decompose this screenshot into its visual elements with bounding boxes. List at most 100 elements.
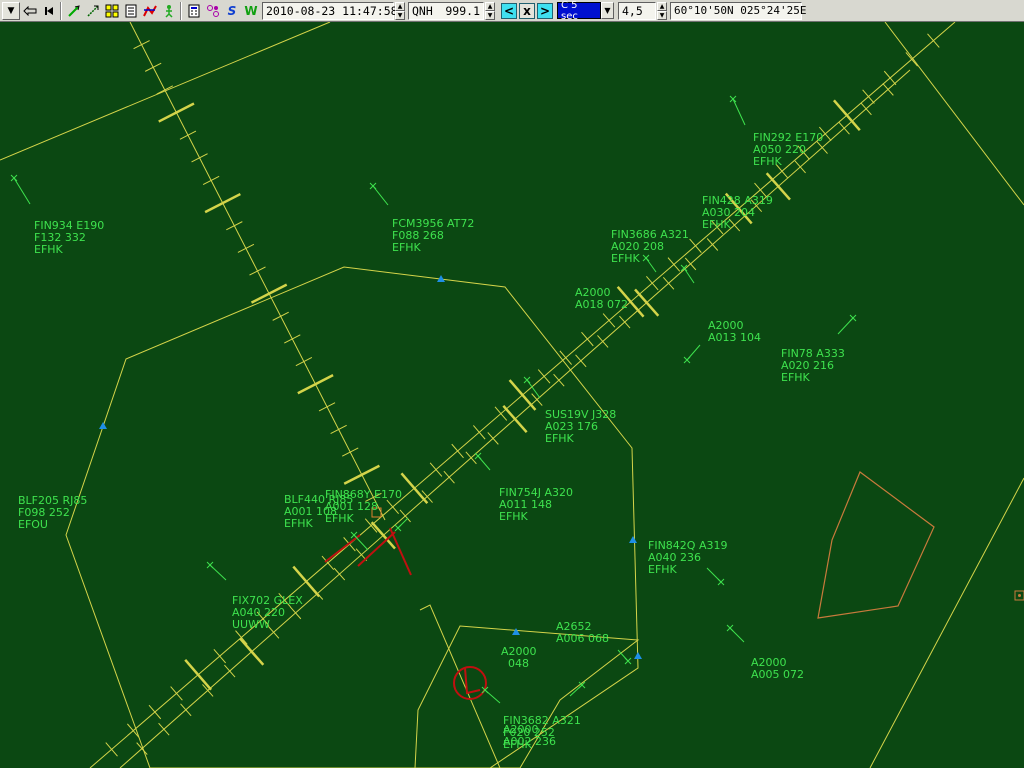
track-label-fcm3956[interactable]: FCM3956 AT72 F088 268 EFHK (392, 218, 474, 254)
centerline-tick (645, 275, 659, 291)
aircraft-symbol[interactable] (624, 657, 632, 665)
figure-icon[interactable] (160, 2, 178, 20)
marker-tick (502, 404, 528, 434)
update-rate-select[interactable]: C 5 sec (557, 0, 601, 22)
track-label-a2000c[interactable]: A2000 048 (501, 646, 537, 670)
centerline-tick (597, 335, 609, 348)
chevron-down-icon[interactable]: ▼ (601, 2, 614, 19)
centerline-tick (295, 356, 313, 367)
sector-line-south (869, 477, 1024, 768)
list-icon[interactable] (122, 2, 140, 20)
toolbar-separator (180, 1, 182, 20)
menu-arrow-icon[interactable]: ▼ (2, 1, 20, 20)
aircraft-symbol[interactable] (849, 314, 857, 322)
centerline-tick (581, 331, 594, 347)
track-label-fix702[interactable]: FIX702 GLEX A040 220 UUWW (232, 595, 303, 631)
centerline-tick (272, 311, 289, 321)
track-label-blf205[interactable]: BLF205 RJ85 F098 252 EFOU (18, 495, 87, 531)
stop-button[interactable]: x (519, 2, 535, 19)
centerline-tick (213, 648, 227, 664)
reporting-points (99, 275, 642, 659)
route-icon[interactable] (141, 2, 159, 20)
track-label-line: EFHK (753, 155, 782, 168)
next-button[interactable]: > (537, 2, 553, 19)
centerline-tick (156, 85, 174, 95)
centerline-tick (838, 121, 850, 135)
centerline-tick (531, 393, 543, 406)
track-label-fin3686[interactable]: FIN3686 A321 A020 208 EFHK (611, 229, 689, 265)
datetime-spinner[interactable]: ▲ ▼ (395, 1, 405, 20)
aircraft-symbol[interactable] (729, 95, 737, 103)
centerline-tick (318, 402, 336, 412)
aircraft-symbol[interactable] (369, 182, 377, 190)
track-label-line: EFHK (545, 432, 574, 445)
centerline-tick (341, 447, 359, 457)
track-label-fin842q[interactable]: FIN842Q A319 A040 236 EFHK (648, 540, 727, 576)
s-letter-icon[interactable]: S (223, 2, 241, 20)
track-label-line: A013 104 (708, 331, 762, 344)
centerline-tick (882, 83, 894, 96)
track-label-line: EFHK (499, 510, 528, 523)
aircraft-symbol[interactable] (523, 376, 531, 384)
centerline-tick (575, 354, 587, 368)
marker-tick (184, 658, 213, 691)
aircraft-symbol[interactable] (726, 624, 734, 632)
centerline-tick (180, 703, 192, 717)
recenter-icon[interactable] (21, 2, 39, 20)
centerline-tick (553, 373, 565, 387)
track-label-hidden[interactable]: A2000 A002 236 (503, 724, 556, 748)
centerline-tick (619, 315, 631, 329)
vector-up-icon[interactable] (84, 2, 102, 20)
aircraft-symbol[interactable] (350, 531, 358, 539)
leader-line (683, 267, 695, 284)
centerline-tick (284, 334, 301, 344)
centerline-tick (179, 130, 197, 140)
aircraft-symbol[interactable] (10, 174, 18, 182)
marker-tick (343, 464, 381, 485)
marker-tick (297, 374, 334, 395)
track-label-a2652[interactable]: A2652 A006 068 (556, 621, 609, 645)
w-letter-icon[interactable]: W (242, 2, 260, 20)
aircraft-symbol[interactable] (717, 578, 725, 586)
qnh-value: 999.1 (445, 3, 480, 18)
node-icon[interactable] (204, 2, 222, 20)
centerline-tick (451, 443, 464, 459)
track-label-sus19v[interactable]: SUS19V J328 A023 176 EFHK (545, 409, 616, 445)
centerline-tick (465, 451, 477, 465)
qnh-spinner[interactable]: ▲ ▼ (485, 1, 495, 20)
track-label-line: EFHK (611, 252, 640, 265)
sector-line-east (884, 22, 1024, 206)
track-label-fin934[interactable]: FIN934 E190 F132 332 EFHK (34, 220, 104, 256)
track-label-line: EFHK (702, 218, 731, 231)
track-label-fin868y[interactable]: FIN868Y E170 A001 128 EFHK (325, 489, 402, 525)
coordinate-readout: 60°10'50N 025°24'25E (670, 1, 806, 20)
centerline-tick (144, 62, 162, 72)
track-label-line: EFHK (325, 512, 354, 525)
track-label-fin754j[interactable]: FIN754J A320 A011 148 EFHK (499, 487, 573, 523)
centerline-tick (226, 221, 243, 231)
track-label-fin428[interactable]: FIN428 A319 A030 204 EFHK (702, 195, 773, 231)
centerline-tick (237, 243, 255, 253)
leader-line (13, 177, 31, 205)
track-label-fin78[interactable]: FIN78 A333 A020 216 EFHK (781, 348, 845, 384)
toolbar-separator (60, 1, 62, 20)
aircraft-symbol[interactable] (394, 524, 402, 532)
grid-icon[interactable] (103, 2, 121, 20)
previous-button[interactable]: < (501, 2, 517, 19)
track-label-a2000d[interactable]: A2000 A005 072 (751, 657, 804, 681)
aircraft-symbol[interactable] (474, 452, 482, 460)
calculator-icon[interactable] (185, 2, 203, 20)
range-spinner[interactable]: ▲ ▼ (657, 1, 667, 20)
track-label-fin292[interactable]: FIN292 E170 A050 220 EFHK (753, 132, 823, 168)
track-label-a2000a[interactable]: A2000 A018 072 (575, 287, 628, 311)
track-label-a2000b[interactable]: A2000 A013 104 (708, 320, 761, 344)
centerline-tick (126, 723, 140, 738)
qnh-display: QNH 999.1 (408, 1, 484, 20)
vector-icon[interactable] (65, 2, 83, 20)
aircraft-symbol[interactable] (206, 561, 214, 569)
centerline-tick (602, 313, 616, 328)
aircraft-symbol[interactable] (683, 356, 691, 364)
centerline-tick (905, 52, 919, 67)
approach-line (419, 604, 501, 768)
first-icon[interactable] (40, 2, 58, 20)
